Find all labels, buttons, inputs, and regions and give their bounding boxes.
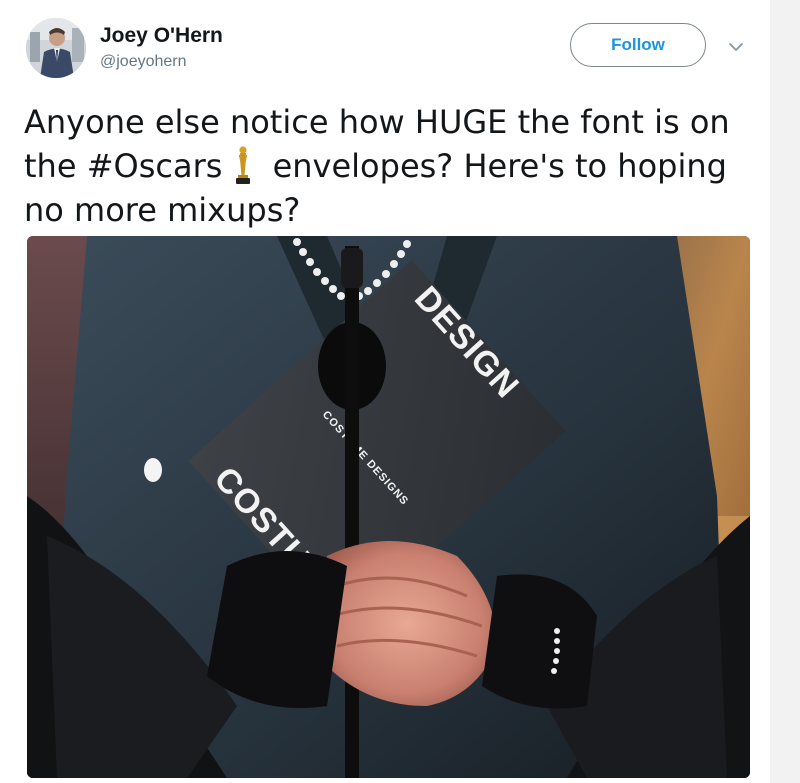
avatar[interactable]: [26, 18, 86, 78]
follow-button[interactable]: Follow: [570, 23, 706, 67]
tweet-line-3: no more mixups?: [24, 191, 301, 229]
tweet-text: Anyone else notice how HUGE the font is …: [24, 100, 754, 232]
tweet-line-2-prefix: the: [24, 147, 87, 185]
oscar-statuette-icon: [230, 145, 256, 185]
chevron-down-icon[interactable]: [727, 38, 745, 56]
tweet-photo[interactable]: COSTUME COSTUME DESIGNS DESIGN: [27, 236, 750, 778]
tweet-card: Joey O'Hern @joeyohern Follow Anyone els…: [0, 0, 770, 783]
tweet-line-2-suffix: envelopes? Here's to hoping: [262, 147, 727, 185]
user-handle[interactable]: @joeyohern: [100, 51, 223, 73]
display-name[interactable]: Joey O'Hern: [100, 24, 223, 48]
tweet-line-2: the #Oscars envelopes? Here's to hoping: [24, 144, 754, 188]
tweet-line-1: Anyone else notice how HUGE the font is …: [24, 103, 730, 141]
user-names: Joey O'Hern @joeyohern: [100, 24, 223, 73]
tweet-header: Joey O'Hern @joeyohern Follow: [24, 18, 754, 82]
scrollbar-track[interactable]: [770, 0, 800, 783]
hashtag-link[interactable]: #Oscars: [87, 147, 223, 185]
